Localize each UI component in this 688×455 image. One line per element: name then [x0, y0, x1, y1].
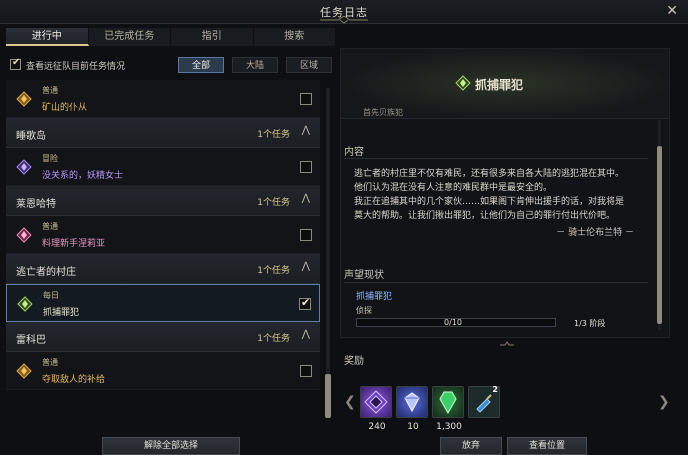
region-count: 1个任务 [257, 266, 290, 276]
filter-all-button[interactable]: 全部 [178, 57, 224, 73]
chevron-up-icon[interactable]: ⋀ [302, 261, 310, 272]
quest-type: 冒险 [42, 154, 58, 163]
quest-name: 没关系的，妖精女士 [42, 171, 124, 181]
scroll-thumb[interactable] [657, 146, 662, 324]
quest-description: 逃亡者的村庄里不仅有难民，还有很多来自各大陆的逃犯混在其中。 他们认为混在没有人… [344, 158, 648, 246]
quest-track-checkbox[interactable] [300, 229, 312, 241]
quest-name: 料理新手涅莉亚 [42, 239, 106, 249]
title-bar: 任务日志 ✕ [0, 0, 688, 24]
reputation-box: 抓捕罪犯 侦探 0/10 1/3 阶段 [344, 282, 648, 332]
content-heading: 内容 [344, 147, 364, 158]
purple-gem-icon [364, 390, 388, 414]
quest-subtitle: 首先贝族犯 [363, 108, 403, 117]
quest-banner: 抓捕罪犯 首先贝族犯 [341, 49, 669, 119]
quest-item[interactable]: 普通 夺取敌人的补给 [6, 352, 320, 390]
quest-name: 抓捕罪犯 [43, 308, 80, 318]
region-header[interactable]: 逃亡者的村庄 1个任务 ⋀ [6, 254, 320, 284]
reputation-name: 抓捕罪犯 [356, 292, 393, 302]
reputation-progress-text: 0/10 [444, 318, 462, 327]
chevron-right-icon[interactable]: ❯ [658, 394, 670, 410]
green-crystal-icon [439, 391, 457, 415]
region-count: 1个任务 [257, 198, 290, 208]
chevron-up-icon[interactable]: ⋀ [302, 193, 310, 204]
adventure-quest-icon [16, 159, 32, 175]
chevron-up-icon[interactable]: ⋀ [302, 329, 310, 340]
reward-item[interactable]: 2 [468, 385, 500, 418]
quest-track-checkbox[interactable] [300, 365, 312, 377]
quest-item-selected[interactable]: 每日 抓捕罪犯 ✔ [6, 284, 320, 322]
region-name: 逃亡者的村庄 [16, 267, 76, 278]
region-header[interactable]: 莱恩哈特 1个任务 ⋀ [6, 186, 320, 216]
region-count: 1个任务 [257, 130, 290, 140]
region-count: 1个任务 [257, 334, 290, 344]
quest-type: 每日 [43, 291, 59, 300]
region-name: 睡歌岛 [16, 131, 46, 142]
tab-search[interactable]: 搜索 [253, 28, 336, 46]
description-line: 我正在追捕其中的几个家伙……如果阁下肯伸出援手的话，对我将是 [354, 197, 625, 207]
filter-bar: ✔ 查看远征队目前任务情况 全部 大陆 区域 [6, 54, 336, 76]
quest-track-checkbox[interactable]: ✔ [299, 296, 311, 310]
normal-quest-icon [16, 91, 32, 107]
tab-in-progress[interactable]: 进行中 [6, 28, 89, 46]
normal-quest-icon [16, 227, 32, 243]
scroll-track [326, 88, 330, 418]
tab-guide[interactable]: 指引 [171, 28, 254, 46]
expedition-checkbox[interactable]: ✔ [10, 57, 21, 70]
region-name: 莱恩哈特 [16, 199, 56, 210]
quest-track-checkbox[interactable] [300, 93, 312, 105]
quest-list: 普通 矿山的仆从 睡歌岛 1个任务 ⋀ 冒险 没关系的，妖精女士 莱恩哈特 1个… [6, 80, 320, 425]
region-header[interactable]: 雷科巴 1个任务 ⋀ [6, 322, 320, 352]
description-line: 逃亡者的村庄里不仅有难民，还有很多来自各大陆的逃犯混在其中。 [354, 169, 625, 179]
checkmark-icon: ✔ [301, 296, 311, 309]
region-name: 雷科巴 [16, 335, 46, 346]
quest-name: 矿山的仆从 [42, 103, 88, 113]
quest-item[interactable]: 普通 矿山的仆从 [6, 80, 320, 118]
quest-giver-signature: － 骑士伦布兰特 － [556, 228, 634, 238]
filter-area-button[interactable]: 区域 [286, 57, 332, 73]
reputation-stage: 侦探 [356, 306, 372, 315]
reward-heading: 奖励 [344, 356, 364, 367]
reward-item[interactable]: 1,300 [432, 386, 464, 432]
clear-all-selection-button[interactable]: 解除全部选择 [102, 437, 240, 455]
divider-ornament [500, 341, 514, 346]
quest-list-scrollbar[interactable] [323, 82, 333, 422]
reputation-tier: 1/3 阶段 [574, 319, 606, 328]
tab-bar: 进行中 已完成任务 指引 搜索 [6, 28, 336, 46]
reward-quantity: 240 [368, 422, 386, 432]
detail-scrollbar[interactable] [656, 120, 662, 330]
reward-quantity: 10 [407, 422, 419, 432]
quest-item[interactable]: 普通 料理新手涅莉亚 [6, 216, 320, 254]
description-line: 他们认为混在没有人注意的难民群中是最安全的。 [354, 183, 553, 193]
reward-item[interactable]: 10 [396, 386, 428, 432]
view-location-button[interactable]: 查看位置 [507, 437, 587, 455]
daily-quest-icon [455, 75, 471, 91]
region-header[interactable]: 睡歌岛 1个任务 ⋀ [6, 118, 320, 148]
chevron-up-icon[interactable]: ⋀ [302, 125, 310, 136]
tab-completed[interactable]: 已完成任务 [88, 28, 171, 46]
scroll-thumb[interactable] [325, 374, 331, 418]
title-ornament [320, 16, 368, 24]
quest-track-checkbox[interactable] [300, 161, 312, 173]
daily-quest-icon [17, 296, 33, 312]
quest-item[interactable]: 冒险 没关系的，妖精女士 [6, 148, 320, 186]
quest-title: 抓捕罪犯 [475, 78, 524, 92]
crystal-icon [404, 392, 420, 413]
checkmark-icon: ✔ [12, 57, 21, 68]
close-icon[interactable]: ✕ [666, 3, 678, 19]
quest-name: 夺取敌人的补给 [42, 375, 106, 385]
chevron-left-icon[interactable]: ❮ [344, 394, 356, 410]
quest-type: 普通 [42, 222, 58, 231]
reward-item[interactable]: 240 [360, 386, 392, 432]
quest-type: 普通 [42, 358, 58, 367]
expedition-checkbox-label: 查看远征队目前任务情况 [26, 62, 126, 72]
filter-continent-button[interactable]: 大陆 [232, 57, 278, 73]
abandon-button[interactable]: 放弃 [440, 437, 502, 455]
reward-quantity: 1,300 [436, 422, 462, 432]
description-line: 莫大的帮助。让我们揪出罪犯，让他们为自己的罪行付出代价吧。 [354, 211, 616, 221]
reward-count-badge: 2 [492, 385, 498, 394]
normal-quest-icon [16, 363, 32, 379]
reputation-heading: 声望现状 [344, 270, 384, 281]
quest-type: 普通 [42, 86, 58, 95]
